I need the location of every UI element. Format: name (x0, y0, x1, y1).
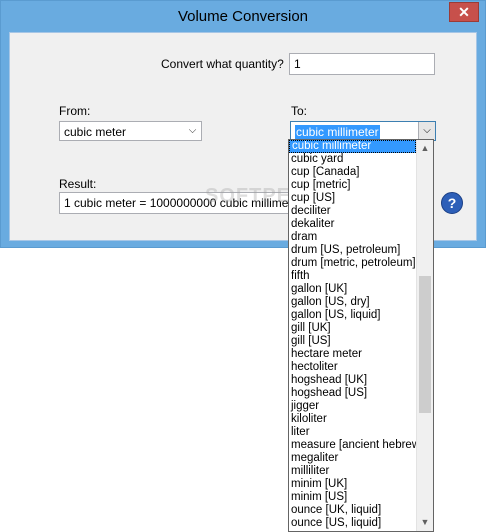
dropdown-item[interactable]: cup [US] (289, 192, 416, 205)
help-icon[interactable]: ? (441, 192, 463, 214)
dropdown-item[interactable]: deciliter (289, 205, 416, 218)
from-select[interactable]: cubic meter ⌵ (59, 121, 202, 141)
dropdown-item[interactable]: hogshead [US] (289, 387, 416, 400)
chevron-down-icon[interactable]: ⌵ (184, 122, 201, 140)
dropdown-item[interactable]: dekaliter (289, 218, 416, 231)
dropdown-item[interactable]: megaliter (289, 452, 416, 465)
scroll-down-icon[interactable]: ▼ (417, 514, 433, 531)
dropdown-item[interactable]: cup [metric] (289, 179, 416, 192)
scrollbar-thumb[interactable] (419, 276, 431, 413)
dropdown-item[interactable]: fifth (289, 270, 416, 283)
dropdown-item[interactable]: cup [Canada] (289, 166, 416, 179)
to-dropdown-list[interactable]: cubic millimeter cubic yard cup [Canada] cu… (288, 139, 434, 532)
to-select-value: cubic millimeter (295, 125, 380, 139)
window-title: Volume Conversion (177, 8, 309, 25)
scroll-up-icon[interactable]: ▲ (417, 140, 433, 157)
from-select-value: cubic meter (64, 125, 127, 139)
dropdown-item[interactable]: hectoliter (289, 361, 416, 374)
dropdown-item[interactable]: hectare meter (289, 348, 416, 361)
dropdown-item[interactable]: minim [UK] (289, 478, 416, 491)
dropdown-item[interactable]: gallon [US, liquid] (289, 309, 416, 322)
close-button[interactable]: ✕ (449, 2, 479, 22)
chevron-down-icon[interactable]: ⌵ (418, 122, 435, 140)
dropdown-item[interactable]: hogshead [UK] (289, 374, 416, 387)
quantity-input[interactable]: 1 (289, 53, 435, 75)
dropdown-item[interactable]: gill [US] (289, 335, 416, 348)
result-label: Result: (59, 177, 97, 191)
dropdown-item[interactable]: gallon [US, dry] (289, 296, 416, 309)
to-label: To: (291, 104, 308, 118)
dropdown-scrollbar[interactable]: ▲ ▼ (416, 140, 433, 531)
dropdown-item[interactable]: liter (289, 426, 416, 439)
dropdown-item[interactable]: drum [metric, petroleum] (289, 257, 416, 270)
dropdown-item[interactable]: gallon [UK] (289, 283, 416, 296)
dropdown-item[interactable]: minim [US] (289, 491, 416, 504)
dropdown-item[interactable]: cubic yard (289, 153, 416, 166)
dropdown-item[interactable]: ounce [UK, liquid] (289, 504, 416, 517)
dropdown-item[interactable]: measure [ancient hebrew] (289, 439, 416, 452)
dropdown-item[interactable]: kiloliter (289, 413, 416, 426)
dropdown-item[interactable]: cubic millimeter (289, 140, 416, 153)
from-label: From: (59, 104, 91, 118)
dropdown-item[interactable]: drum [US, petroleum] (289, 244, 416, 257)
dropdown-items: cubic millimeter cubic yard cup [Canada] cu… (289, 140, 416, 530)
dropdown-item[interactable]: gill [UK] (289, 322, 416, 335)
quantity-label: Convert what quantity? (161, 57, 284, 71)
dropdown-item[interactable]: jigger (289, 400, 416, 413)
to-select[interactable]: cubic millimeter ⌵ (290, 121, 436, 141)
title-bar[interactable]: Volume Conversion ✕ (1, 1, 485, 32)
dropdown-item[interactable]: ounce [US, liquid] (289, 517, 416, 530)
dropdown-item[interactable]: milliliter (289, 465, 416, 478)
dropdown-item[interactable]: dram (289, 231, 416, 244)
